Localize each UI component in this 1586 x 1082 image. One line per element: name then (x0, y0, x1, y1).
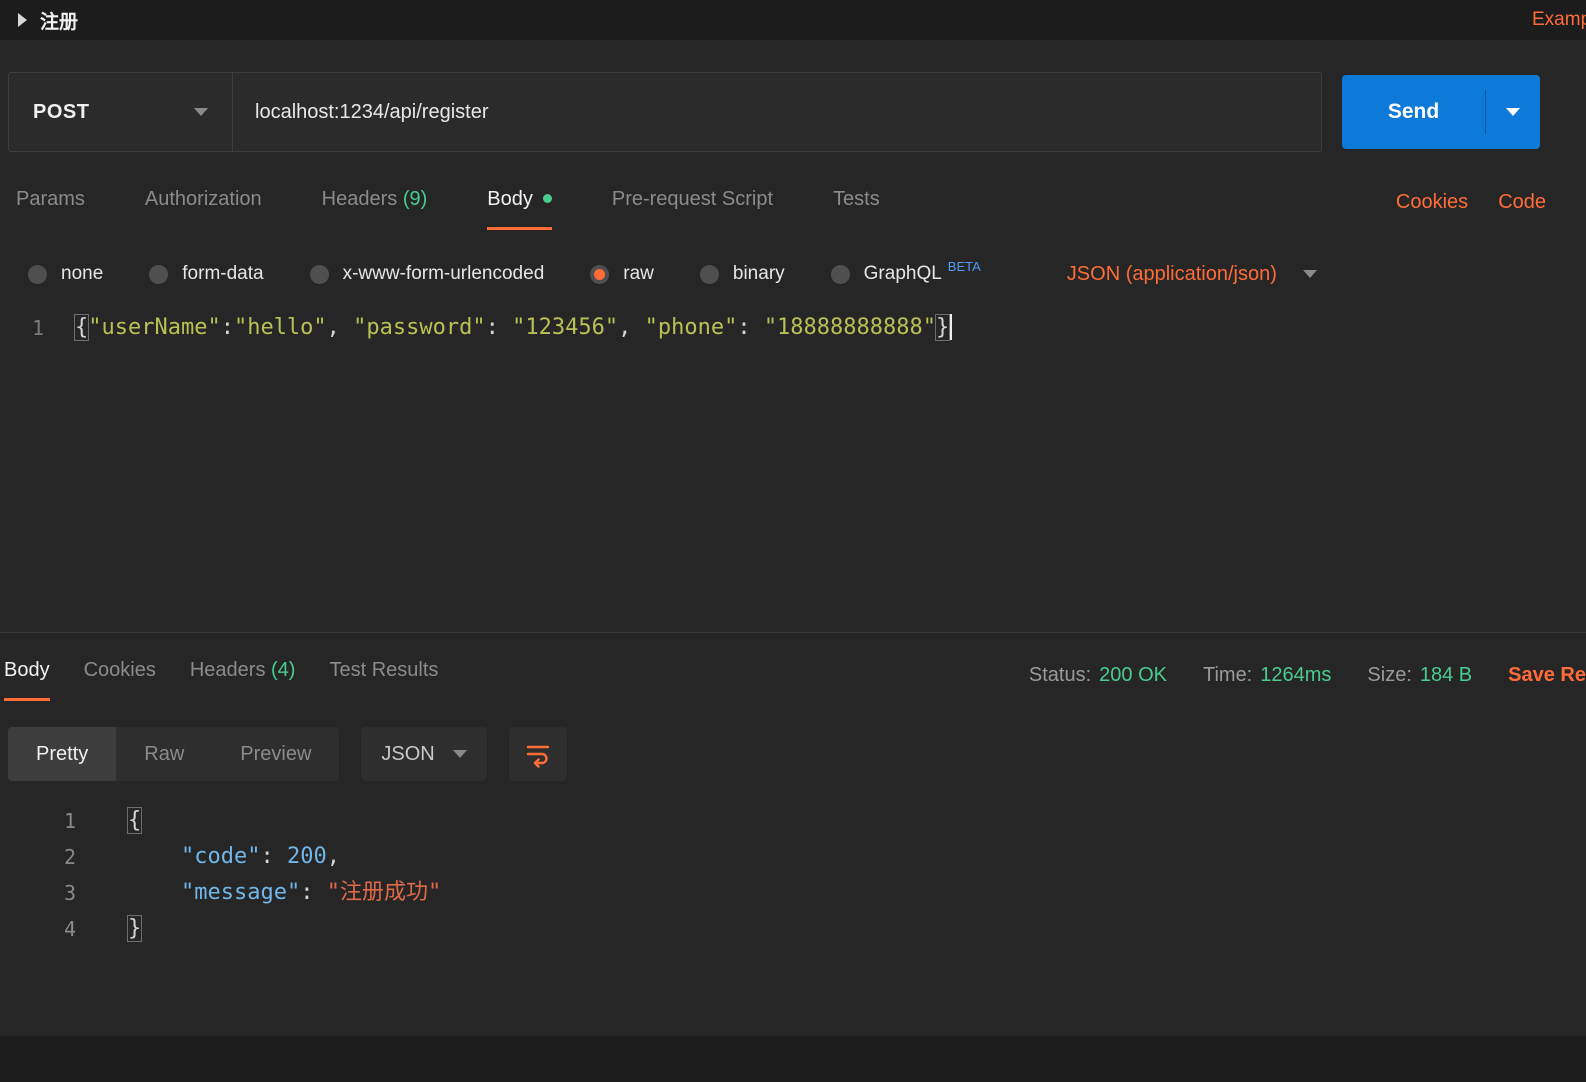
radio-icon (149, 264, 169, 284)
tab-pre-request-script[interactable]: Pre-request Script (612, 188, 773, 230)
headers-count: (9) (397, 188, 428, 210)
response-body-editor[interactable]: 1{2 "code": 200, 3 "message": "注册成功" 4} (0, 803, 1586, 947)
tab-tests[interactable]: Tests (833, 188, 880, 230)
radio-form-data[interactable]: form-data (149, 263, 264, 285)
chevron-down-icon (194, 108, 208, 116)
method-label: POST (33, 100, 90, 123)
url-group: POST (8, 72, 1322, 152)
response-code-line: 2 "code": 200, (0, 839, 1586, 875)
response-tab-cookies[interactable]: Cookies (84, 659, 156, 701)
radio-selected-icon (590, 264, 610, 284)
radio-icon (830, 264, 850, 284)
response-header: Body Cookies Headers (4) Test Results St… (0, 633, 1586, 701)
collapse-caret-icon[interactable] (18, 13, 27, 27)
mode-preview-button[interactable]: Preview (212, 727, 339, 781)
response-tab-body[interactable]: Body (4, 659, 50, 701)
chevron-down-icon (1302, 270, 1317, 278)
chevron-down-icon (452, 750, 467, 758)
bottom-bar (0, 1036, 1586, 1082)
text-cursor (950, 314, 953, 340)
response-code-line: 1{ (0, 803, 1586, 839)
response-toolbar: Pretty Raw Preview JSON (8, 727, 1586, 781)
line-number: 1 (31, 316, 44, 340)
response-headers-count: (4) (265, 659, 296, 681)
mode-raw-button[interactable]: Raw (116, 727, 212, 781)
url-input[interactable] (233, 73, 1321, 151)
response-meta: Status: 200 OK Time: 1264ms Size: 184 B Sav… (1029, 664, 1586, 701)
line-number: 1 (63, 809, 76, 833)
cookies-link[interactable]: Cookies (1396, 191, 1468, 214)
request-body-editor[interactable]: 1 {"userName":"hello", "password": "1234… (0, 310, 1586, 632)
send-label: Send (1387, 100, 1440, 123)
response-tab-headers[interactable]: Headers (4) (190, 659, 296, 701)
save-response-button[interactable]: Save Response (1508, 664, 1586, 687)
tab-headers[interactable]: Headers (9) (322, 188, 428, 230)
beta-badge: BETA (947, 258, 981, 274)
method-select[interactable]: POST (9, 73, 233, 151)
wrap-text-icon (526, 745, 549, 768)
body-mode-row: none form-data x-www-form-urlencoded raw… (0, 254, 1586, 294)
code-link[interactable]: Code (1498, 191, 1546, 214)
request-tab-title[interactable]: 注册 (40, 7, 78, 34)
body-filled-dot-icon (542, 194, 552, 203)
request-url-bar: POST Send (8, 72, 1540, 152)
send-options-button[interactable] (1486, 108, 1540, 116)
line-number: 4 (63, 917, 76, 941)
line-number: 3 (63, 881, 76, 905)
request-tabs: Params Authorization Headers (9) Body Pr… (0, 188, 1586, 230)
status-badge: Status: 200 OK (1028, 664, 1167, 686)
content-type-select[interactable]: JSON (application/json) (1067, 263, 1317, 286)
view-mode-group: Pretty Raw Preview (8, 727, 340, 781)
chevron-down-icon (1506, 108, 1520, 116)
topbar: 注册 Examples (0, 0, 1586, 40)
response-format-select[interactable]: JSON (361, 727, 487, 781)
radio-none[interactable]: none (28, 263, 103, 285)
postman-window: 注册 Examples POST Send Params Authorizati… (0, 0, 1586, 1082)
time-badge: Time: 1264ms (1202, 664, 1332, 686)
request-links: Cookies Code (1396, 191, 1546, 230)
radio-x-www-form-urlencoded[interactable]: x-www-form-urlencoded (309, 263, 544, 285)
radio-icon (28, 264, 47, 284)
radio-icon (309, 264, 329, 284)
line-number: 2 (63, 845, 76, 869)
radio-binary[interactable]: binary (699, 263, 785, 285)
tab-authorization[interactable]: Authorization (145, 188, 262, 230)
radio-raw[interactable]: raw (590, 263, 654, 285)
response-code-line: 4} (0, 911, 1586, 947)
radio-graphql[interactable]: GraphQL BETA (830, 259, 981, 285)
send-button[interactable]: Send (1342, 75, 1540, 149)
examples-button[interactable]: Examples (1532, 9, 1586, 31)
radio-icon (699, 264, 719, 284)
mode-pretty-button[interactable]: Pretty (8, 727, 117, 781)
response-tab-test-results[interactable]: Test Results (329, 659, 438, 701)
size-badge: Size: 184 B (1367, 664, 1473, 686)
tab-params[interactable]: Params (16, 188, 85, 230)
request-body-code-line: {"userName":"hello", "password": "123456… (44, 310, 953, 632)
wrap-text-button[interactable] (508, 727, 567, 781)
response-code-line: 3 "message": "注册成功" (0, 875, 1586, 911)
tab-body[interactable]: Body (487, 188, 552, 230)
